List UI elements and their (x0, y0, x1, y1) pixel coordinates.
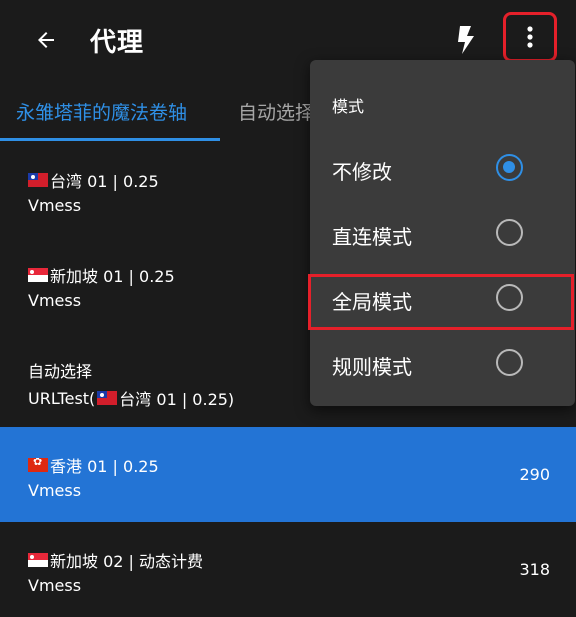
global-mode-highlight (308, 274, 574, 330)
tab-indicator (0, 138, 220, 141)
mode-option-label: 不修改 (332, 160, 392, 184)
mode-menu: 模式 不修改 直连模式 全局模式 规则模式 (310, 60, 575, 406)
proxy-name: 新加坡 01 | 0.25 (50, 267, 175, 286)
proxy-row-selected[interactable]: 香港 01 | 0.25 Vmess 290 (0, 427, 576, 522)
tab-auto-select[interactable]: 自动选择 (238, 98, 314, 125)
lightning-bolt-icon (458, 26, 474, 54)
proxy-name: 自动选择 (28, 362, 93, 381)
mode-option-label: 规则模式 (332, 355, 412, 379)
mode-option-label: 直连模式 (332, 225, 412, 249)
more-options-button[interactable] (503, 12, 557, 62)
proxy-name: 香港 01 | 0.25 (50, 457, 159, 476)
proxy-name: 台湾 01 | 0.25 (50, 172, 159, 191)
singapore-flag-icon (28, 553, 48, 567)
mode-option-no-change[interactable]: 不修改 (310, 138, 575, 200)
radio-unchecked-icon[interactable] (496, 349, 523, 376)
proxy-name-line: 台湾 01 | 0.25 (28, 168, 159, 192)
radio-unchecked-icon[interactable] (496, 219, 523, 246)
proxy-type-line: URLTest( 台湾 01 | 0.25) (28, 386, 234, 410)
more-vertical-icon (527, 26, 533, 48)
proxy-delay: 290 (519, 465, 550, 484)
tab-magic-scroll[interactable]: 永雏塔菲的魔法卷轴 (16, 98, 187, 125)
page-title: 代理 (90, 28, 145, 58)
proxy-name: 新加坡 02 | 动态计费 (50, 552, 204, 571)
proxy-delay: 318 (519, 560, 550, 579)
hongkong-flag-icon (28, 458, 48, 472)
proxy-name-line: 新加坡 02 | 动态计费 (28, 548, 203, 572)
taiwan-flag-icon (28, 173, 48, 187)
proxy-name-line: 新加坡 01 | 0.25 (28, 263, 175, 287)
back-button[interactable] (30, 24, 62, 56)
proxy-name-line: 香港 01 | 0.25 (28, 453, 159, 477)
proxy-type: Vmess (28, 576, 82, 595)
proxy-type: Vmess (28, 291, 82, 310)
taiwan-flag-icon (97, 391, 118, 405)
proxy-type-suffix: 台湾 01 | 0.25) (119, 390, 235, 409)
proxy-type-prefix: URLTest( (28, 388, 96, 408)
radio-checked-icon[interactable] (496, 154, 523, 181)
latency-test-button[interactable] (450, 22, 482, 58)
mode-menu-header: 模式 (332, 97, 365, 116)
proxy-type: Vmess (28, 481, 82, 500)
mode-option-direct[interactable]: 直连模式 (310, 203, 575, 265)
proxy-type: Vmess (28, 196, 82, 215)
singapore-flag-icon (28, 268, 48, 282)
arrow-left-icon (38, 32, 54, 48)
proxy-row[interactable]: 新加坡 02 | 动态计费 Vmess 318 (0, 522, 576, 617)
proxy-name-line: 自动选择 (28, 358, 92, 382)
mode-option-rule[interactable]: 规则模式 (310, 333, 575, 395)
